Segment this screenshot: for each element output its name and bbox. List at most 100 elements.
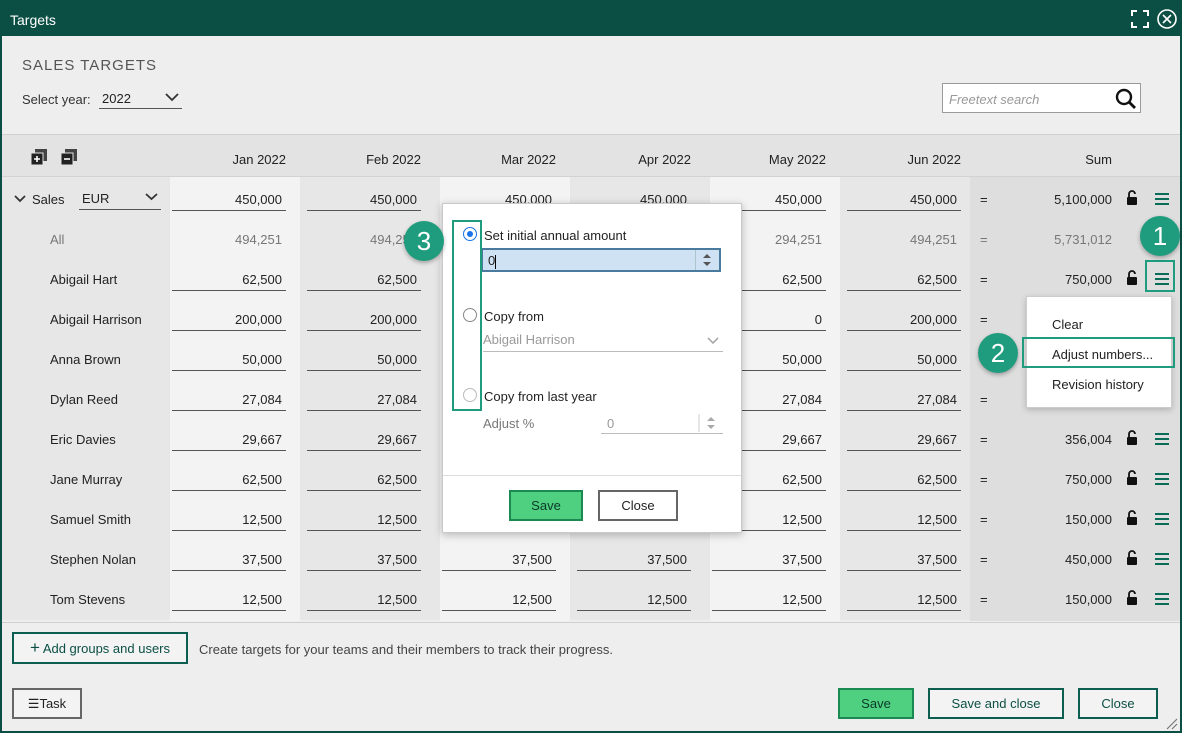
lock-icon[interactable]	[1126, 510, 1138, 526]
close-button[interactable]: Close	[1078, 688, 1158, 719]
target-cell[interactable]: 37,500	[710, 552, 822, 567]
resize-grip-icon[interactable]	[1162, 714, 1178, 730]
row-sum: 356,004	[1065, 432, 1112, 447]
target-cell[interactable]: 200,000	[170, 312, 282, 327]
save-button[interactable]: Save	[838, 688, 914, 719]
adjust-input[interactable]: 0	[601, 412, 723, 434]
target-cell[interactable]: 62,500	[170, 272, 282, 287]
row-name: Samuel Smith	[50, 512, 131, 527]
grid-header: Jan 2022 Feb 2022 Mar 2022 Apr 2022 May …	[2, 135, 1180, 177]
target-cell[interactable]: 12,500	[305, 512, 417, 527]
row-menu-icon[interactable]	[1155, 432, 1169, 446]
target-cell[interactable]: 27,084	[170, 392, 282, 407]
lock-icon[interactable]	[1126, 270, 1138, 286]
copy-from-select[interactable]: Abigail Harrison	[483, 332, 723, 352]
target-cell[interactable]: 37,500	[575, 552, 687, 567]
cell-underline	[307, 330, 421, 331]
search-placeholder: Freetext search	[949, 92, 1040, 107]
target-cell[interactable]: 62,500	[845, 272, 957, 287]
target-cell[interactable]: 29,667	[845, 432, 957, 447]
target-cell[interactable]: 62,500	[845, 472, 957, 487]
lock-icon[interactable]	[1126, 430, 1138, 446]
spinner-icon[interactable]	[697, 412, 723, 434]
lock-icon[interactable]	[1126, 190, 1138, 206]
add-groups-button[interactable]: + Add groups and users	[12, 632, 188, 664]
table-row: Stephen Nolan 37,500 37,500 37,500 37,500 37,…	[2, 539, 1180, 579]
target-cell[interactable]: 37,500	[305, 552, 417, 567]
expand-all-icon[interactable]	[31, 149, 47, 165]
row-name: Eric Davies	[50, 432, 116, 447]
target-cell[interactable]: 12,500	[305, 592, 417, 607]
cell-underline	[172, 410, 286, 411]
chevron-down-icon[interactable]	[14, 194, 26, 204]
row-name: Abigail Harrison	[50, 312, 142, 327]
target-cell[interactable]: 62,500	[170, 472, 282, 487]
cell-underline	[307, 530, 421, 531]
col-header: Apr 2022	[638, 152, 691, 167]
row-menu-icon[interactable]	[1155, 192, 1169, 206]
target-cell[interactable]: 27,084	[845, 392, 957, 407]
target-cell[interactable]: 12,500	[845, 512, 957, 527]
col-header: Jan 2022	[232, 152, 287, 167]
target-cell[interactable]: 62,500	[305, 472, 417, 487]
year-select[interactable]: 2022	[99, 88, 182, 109]
target-cell[interactable]: 200,000	[305, 312, 417, 327]
search-input[interactable]: Freetext search	[942, 83, 1141, 113]
target-cell[interactable]: 12,500	[710, 592, 822, 607]
collapse-all-icon[interactable]	[61, 149, 77, 165]
bottom-bar: + Add groups and users Create targets fo…	[2, 622, 1180, 730]
equals-sign: =	[980, 272, 988, 287]
copy-from-value: Abigail Harrison	[483, 332, 575, 347]
menu-item-clear[interactable]: Clear	[1052, 317, 1083, 332]
target-cell[interactable]: 12,500	[575, 592, 687, 607]
menu-item-revision-history[interactable]: Revision history	[1052, 377, 1144, 392]
target-cell[interactable]: 12,500	[845, 592, 957, 607]
dialog-close-button[interactable]: Close	[598, 490, 678, 521]
task-button[interactable]: ☰Task	[12, 688, 82, 719]
target-cell[interactable]: 450,000	[305, 192, 417, 207]
search-icon[interactable]	[1114, 87, 1138, 111]
currency-select[interactable]: EUR	[79, 188, 161, 210]
target-cell[interactable]: 200,000	[845, 312, 957, 327]
target-cell[interactable]: 12,500	[170, 592, 282, 607]
row-menu-icon[interactable]	[1155, 552, 1169, 566]
target-cell[interactable]: 50,000	[845, 352, 957, 367]
amount-value: 0	[488, 253, 496, 268]
spinner-icon[interactable]	[695, 250, 719, 270]
target-cell[interactable]: 37,500	[440, 552, 552, 567]
dialog-save-button[interactable]: Save	[509, 490, 583, 521]
target-cell[interactable]: 27,084	[305, 392, 417, 407]
target-cell[interactable]: 50,000	[305, 352, 417, 367]
year-value: 2022	[102, 91, 131, 106]
cell-underline	[847, 490, 961, 491]
save-and-close-button[interactable]: Save and close	[928, 688, 1064, 719]
target-cell[interactable]: 50,000	[170, 352, 282, 367]
cell-underline	[307, 290, 421, 291]
cell-underline	[442, 570, 556, 571]
target-cell[interactable]: 37,500	[845, 552, 957, 567]
target-cell[interactable]: 29,667	[305, 432, 417, 447]
lock-icon[interactable]	[1126, 470, 1138, 486]
callout-1: 1	[1140, 216, 1180, 256]
target-cell[interactable]: 12,500	[170, 512, 282, 527]
target-cell[interactable]: 37,500	[170, 552, 282, 567]
target-cell[interactable]: 62,500	[305, 272, 417, 287]
amount-input[interactable]: 0	[481, 248, 721, 272]
target-cell[interactable]: 450,000	[845, 192, 957, 207]
row-name: Tom Stevens	[50, 592, 126, 607]
target-cell[interactable]: 450,000	[170, 192, 282, 207]
lock-icon[interactable]	[1126, 550, 1138, 566]
highlight-radio-options	[452, 220, 482, 411]
row-menu-icon[interactable]	[1155, 512, 1169, 526]
lock-icon[interactable]	[1126, 590, 1138, 606]
target-cell[interactable]: 29,667	[170, 432, 282, 447]
row-menu-icon[interactable]	[1155, 592, 1169, 606]
row-menu-icon[interactable]	[1155, 472, 1169, 486]
maximize-icon[interactable]	[1130, 9, 1150, 29]
value-cell: 494,251	[235, 232, 282, 247]
cell-underline	[847, 330, 961, 331]
cell-underline	[307, 490, 421, 491]
cell-underline	[172, 370, 286, 371]
target-cell[interactable]: 12,500	[440, 592, 552, 607]
close-icon[interactable]	[1156, 8, 1178, 30]
